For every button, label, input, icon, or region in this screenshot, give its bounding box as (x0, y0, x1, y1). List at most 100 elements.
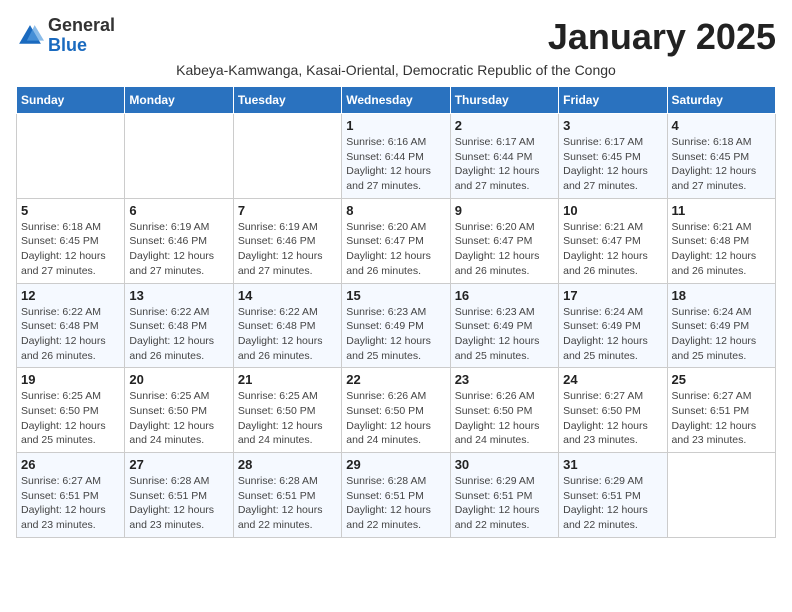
day-number: 13 (129, 288, 228, 303)
day-number: 14 (238, 288, 337, 303)
day-number: 10 (563, 203, 662, 218)
week-row-3: 12 Sunrise: 6:22 AM Sunset: 6:48 PM Dayli… (17, 283, 776, 368)
day-header-thursday: Thursday (450, 87, 558, 114)
day-number: 6 (129, 203, 228, 218)
calendar-cell: 19 Sunrise: 6:25 AM Sunset: 6:50 PM Dayli… (17, 368, 125, 453)
day-info: Sunrise: 6:26 AM Sunset: 6:50 PM Dayligh… (455, 389, 554, 448)
day-info: Sunrise: 6:25 AM Sunset: 6:50 PM Dayligh… (129, 389, 228, 448)
day-number: 8 (346, 203, 445, 218)
day-number: 7 (238, 203, 337, 218)
day-number: 15 (346, 288, 445, 303)
day-header-tuesday: Tuesday (233, 87, 341, 114)
day-info: Sunrise: 6:16 AM Sunset: 6:44 PM Dayligh… (346, 135, 445, 194)
calendar-cell: 28 Sunrise: 6:28 AM Sunset: 6:51 PM Dayli… (233, 453, 341, 538)
week-row-1: 1 Sunrise: 6:16 AM Sunset: 6:44 PM Daylig… (17, 114, 776, 199)
day-info: Sunrise: 6:27 AM Sunset: 6:51 PM Dayligh… (21, 474, 120, 533)
calendar-cell: 7 Sunrise: 6:19 AM Sunset: 6:46 PM Daylig… (233, 198, 341, 283)
calendar-cell: 13Sunrise: 6:22 AM Sunset: 6:48 PM Dayli… (125, 283, 233, 368)
day-number: 21 (238, 372, 337, 387)
day-number: 26 (21, 457, 120, 472)
calendar-cell: 17 Sunrise: 6:24 AM Sunset: 6:49 PM Dayli… (559, 283, 667, 368)
calendar-header: SundayMondayTuesdayWednesdayThursdayFrid… (17, 87, 776, 114)
calendar-cell: 4Sunrise: 6:18 AM Sunset: 6:45 PM Daylig… (667, 114, 775, 199)
calendar-cell: 11 Sunrise: 6:21 AM Sunset: 6:48 PM Dayli… (667, 198, 775, 283)
calendar-cell: 30 Sunrise: 6:29 AM Sunset: 6:51 PM Dayli… (450, 453, 558, 538)
calendar-body: 1 Sunrise: 6:16 AM Sunset: 6:44 PM Daylig… (17, 114, 776, 538)
day-info: Sunrise: 6:27 AM Sunset: 6:51 PM Dayligh… (672, 389, 771, 448)
day-number: 3 (563, 118, 662, 133)
day-info: Sunrise: 6:17 AM Sunset: 6:45 PM Dayligh… (563, 135, 662, 194)
day-info: Sunrise: 6:21 AM Sunset: 6:47 PM Dayligh… (563, 220, 662, 279)
day-info: Sunrise: 6:28 AM Sunset: 6:51 PM Dayligh… (238, 474, 337, 533)
day-info: Sunrise: 6:20 AM Sunset: 6:47 PM Dayligh… (346, 220, 445, 279)
calendar-cell: 10 Sunrise: 6:21 AM Sunset: 6:47 PM Dayli… (559, 198, 667, 283)
day-info: Sunrise: 6:17 AM Sunset: 6:44 PM Dayligh… (455, 135, 554, 194)
day-info: Sunrise: 6:29 AM Sunset: 6:51 PM Dayligh… (455, 474, 554, 533)
calendar-cell: 8 Sunrise: 6:20 AM Sunset: 6:47 PM Daylig… (342, 198, 450, 283)
calendar-cell: 20 Sunrise: 6:25 AM Sunset: 6:50 PM Dayli… (125, 368, 233, 453)
day-info: Sunrise: 6:26 AM Sunset: 6:50 PM Dayligh… (346, 389, 445, 448)
calendar-cell: 23 Sunrise: 6:26 AM Sunset: 6:50 PM Dayli… (450, 368, 558, 453)
calendar-cell: 31 Sunrise: 6:29 AM Sunset: 6:51 PM Dayli… (559, 453, 667, 538)
day-info: Sunrise: 6:18 AM Sunset: 6:45 PM Dayligh… (672, 135, 771, 194)
day-info: Sunrise: 6:22 AM Sunset: 6:48 PM Dayligh… (21, 305, 120, 364)
day-number: 25 (672, 372, 771, 387)
day-number: 1 (346, 118, 445, 133)
day-header-sunday: Sunday (17, 87, 125, 114)
day-info: Sunrise: 6:20 AM Sunset: 6:47 PM Dayligh… (455, 220, 554, 279)
calendar-cell (125, 114, 233, 199)
logo-general-text: General (48, 15, 115, 35)
day-number: 23 (455, 372, 554, 387)
calendar-cell: 14 Sunrise: 6:22 AM Sunset: 6:48 PM Dayli… (233, 283, 341, 368)
day-info: Sunrise: 6:22 AM Sunset: 6:48 PM Dayligh… (238, 305, 337, 364)
day-number: 28 (238, 457, 337, 472)
page-header: General Blue January 2025 (16, 16, 776, 58)
calendar-table: SundayMondayTuesdayWednesdayThursdayFrid… (16, 86, 776, 538)
day-info: Sunrise: 6:24 AM Sunset: 6:49 PM Dayligh… (672, 305, 771, 364)
day-info: Sunrise: 6:28 AM Sunset: 6:51 PM Dayligh… (129, 474, 228, 533)
calendar-cell: 3 Sunrise: 6:17 AM Sunset: 6:45 PM Daylig… (559, 114, 667, 199)
day-info: Sunrise: 6:21 AM Sunset: 6:48 PM Dayligh… (672, 220, 771, 279)
day-number: 29 (346, 457, 445, 472)
calendar-cell (233, 114, 341, 199)
day-info: Sunrise: 6:27 AM Sunset: 6:50 PM Dayligh… (563, 389, 662, 448)
day-info: Sunrise: 6:23 AM Sunset: 6:49 PM Dayligh… (346, 305, 445, 364)
week-row-4: 19 Sunrise: 6:25 AM Sunset: 6:50 PM Dayli… (17, 368, 776, 453)
day-number: 22 (346, 372, 445, 387)
calendar-cell: 26 Sunrise: 6:27 AM Sunset: 6:51 PM Dayli… (17, 453, 125, 538)
day-info: Sunrise: 6:23 AM Sunset: 6:49 PM Dayligh… (455, 305, 554, 364)
day-info: Sunrise: 6:24 AM Sunset: 6:49 PM Dayligh… (563, 305, 662, 364)
calendar-cell: 6 Sunrise: 6:19 AM Sunset: 6:46 PM Daylig… (125, 198, 233, 283)
days-of-week-row: SundayMondayTuesdayWednesdayThursdayFrid… (17, 87, 776, 114)
day-number: 30 (455, 457, 554, 472)
day-number: 31 (563, 457, 662, 472)
day-header-wednesday: Wednesday (342, 87, 450, 114)
day-number: 11 (672, 203, 771, 218)
day-info: Sunrise: 6:19 AM Sunset: 6:46 PM Dayligh… (238, 220, 337, 279)
day-info: Sunrise: 6:29 AM Sunset: 6:51 PM Dayligh… (563, 474, 662, 533)
day-number: 20 (129, 372, 228, 387)
day-header-saturday: Saturday (667, 87, 775, 114)
calendar-cell: 18 Sunrise: 6:24 AM Sunset: 6:49 PM Dayli… (667, 283, 775, 368)
day-number: 17 (563, 288, 662, 303)
day-info: Sunrise: 6:25 AM Sunset: 6:50 PM Dayligh… (21, 389, 120, 448)
calendar-cell: 1 Sunrise: 6:16 AM Sunset: 6:44 PM Daylig… (342, 114, 450, 199)
calendar-cell: 22 Sunrise: 6:26 AM Sunset: 6:50 PM Dayli… (342, 368, 450, 453)
calendar-cell: 21Sunrise: 6:25 AM Sunset: 6:50 PM Dayli… (233, 368, 341, 453)
day-number: 12 (21, 288, 120, 303)
day-number: 9 (455, 203, 554, 218)
calendar-cell (17, 114, 125, 199)
calendar-cell: 16Sunrise: 6:23 AM Sunset: 6:49 PM Dayli… (450, 283, 558, 368)
week-row-2: 5Sunrise: 6:18 AM Sunset: 6:45 PM Daylig… (17, 198, 776, 283)
day-number: 24 (563, 372, 662, 387)
day-number: 18 (672, 288, 771, 303)
day-info: Sunrise: 6:19 AM Sunset: 6:46 PM Dayligh… (129, 220, 228, 279)
day-header-monday: Monday (125, 87, 233, 114)
month-title: January 2025 (548, 16, 776, 58)
calendar-cell: 2Sunrise: 6:17 AM Sunset: 6:44 PM Daylig… (450, 114, 558, 199)
calendar-cell: 5Sunrise: 6:18 AM Sunset: 6:45 PM Daylig… (17, 198, 125, 283)
calendar-cell (667, 453, 775, 538)
calendar-cell: 29Sunrise: 6:28 AM Sunset: 6:51 PM Dayli… (342, 453, 450, 538)
day-info: Sunrise: 6:18 AM Sunset: 6:45 PM Dayligh… (21, 220, 120, 279)
day-number: 19 (21, 372, 120, 387)
